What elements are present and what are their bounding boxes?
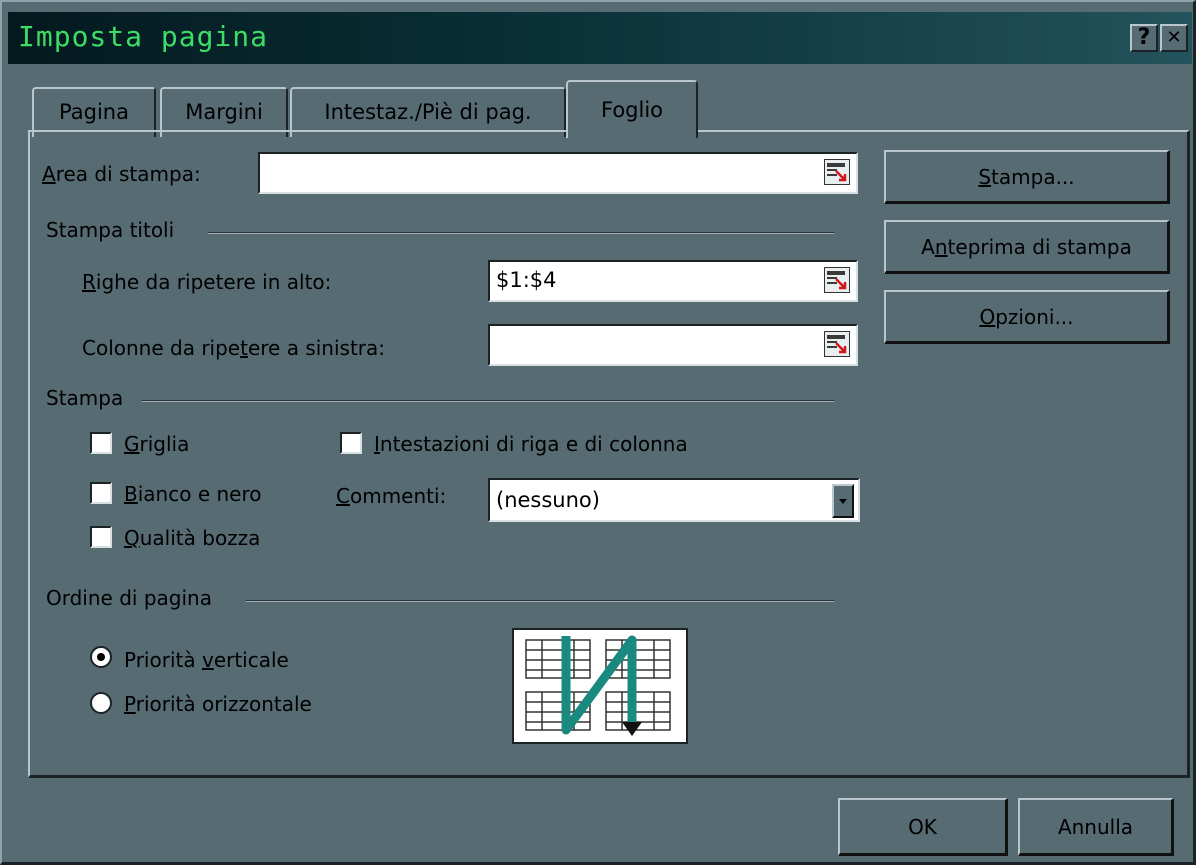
over-then-down-radio[interactable] bbox=[90, 692, 112, 714]
ok-button[interactable]: OK bbox=[838, 798, 1008, 856]
radio-selected-dot bbox=[97, 653, 105, 661]
black-white-label[interactable]: Bianco e nero bbox=[124, 482, 261, 506]
dropdown-button[interactable] bbox=[832, 484, 854, 518]
print-titles-group-label: Stampa titoli bbox=[46, 218, 175, 242]
page-order-preview-image bbox=[512, 628, 688, 744]
collapse-dialog-icon[interactable] bbox=[824, 331, 850, 357]
over-then-down-label[interactable]: Priorità orizzontale bbox=[124, 692, 312, 716]
comments-label: Commenti: bbox=[336, 484, 447, 508]
columns-to-repeat-input[interactable] bbox=[488, 324, 858, 366]
row-col-headings-checkbox[interactable] bbox=[340, 432, 362, 454]
collapse-dialog-icon[interactable] bbox=[824, 159, 850, 185]
down-then-over-label[interactable]: Priorità verticale bbox=[124, 648, 289, 672]
print-area-label: Area di stampa: bbox=[42, 162, 201, 186]
collapse-dialog-icon[interactable] bbox=[824, 267, 850, 293]
draft-quality-label[interactable]: Qualità bozza bbox=[124, 526, 260, 550]
print-preview-button[interactable]: Anteprima di stampa bbox=[884, 220, 1170, 274]
print-area-input[interactable] bbox=[258, 152, 858, 194]
options-button[interactable]: Opzioni... bbox=[884, 290, 1170, 344]
cancel-button[interactable]: Annulla bbox=[1018, 798, 1174, 856]
print-button[interactable]: Stampa... bbox=[884, 150, 1170, 204]
comments-value: (nessuno) bbox=[496, 488, 600, 512]
tab-foglio[interactable]: Foglio bbox=[566, 80, 698, 138]
close-button[interactable]: ✕ bbox=[1160, 24, 1188, 52]
page-order-group-label: Ordine di pagina bbox=[46, 586, 212, 610]
group-divider bbox=[142, 400, 834, 402]
draft-quality-checkbox[interactable] bbox=[90, 526, 112, 548]
group-divider bbox=[208, 232, 834, 234]
group-divider bbox=[246, 600, 834, 602]
page-setup-dialog: Imposta pagina ? ✕ Pagina Margini Intest… bbox=[0, 0, 1196, 865]
black-white-checkbox[interactable] bbox=[90, 482, 112, 504]
title-bar[interactable]: Imposta pagina ? ✕ bbox=[8, 12, 1192, 64]
rows-to-repeat-input[interactable]: $1:$4 bbox=[488, 260, 858, 302]
chevron-down-icon bbox=[839, 499, 847, 504]
window-title: Imposta pagina bbox=[18, 20, 269, 53]
gridlines-label[interactable]: Griglia bbox=[124, 432, 189, 456]
rows-to-repeat-label: Righe da ripetere in alto: bbox=[82, 270, 332, 294]
gridlines-checkbox[interactable] bbox=[90, 432, 112, 454]
comments-select[interactable]: (nessuno) bbox=[488, 478, 860, 522]
row-col-headings-label[interactable]: Intestazioni di riga e di colonna bbox=[374, 432, 688, 456]
down-then-over-radio[interactable] bbox=[90, 646, 112, 668]
columns-to-repeat-label: Colonne da ripetere a sinistra: bbox=[82, 336, 386, 360]
help-button[interactable]: ? bbox=[1130, 24, 1158, 52]
print-group-label: Stampa bbox=[46, 386, 124, 410]
rows-to-repeat-value: $1:$4 bbox=[496, 268, 557, 292]
